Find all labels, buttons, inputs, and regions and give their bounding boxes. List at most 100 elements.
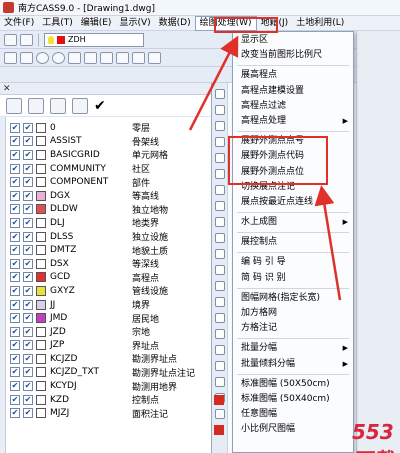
tool-icon[interactable]	[214, 395, 224, 405]
layer-row[interactable]: ✔ ✔ KCYDJ 勘测用地界	[0, 379, 211, 393]
menu-item[interactable]: 展点按最近点连线	[233, 195, 353, 210]
layer-row[interactable]: ✔ ✔ JJ 境界	[0, 298, 211, 312]
layer-color-swatch[interactable]	[36, 326, 46, 337]
menu-item[interactable]: 小比例尺图幅	[233, 422, 353, 437]
menu-item[interactable]: 高程点建模设置	[233, 84, 353, 99]
layer-visible-checkbox[interactable]: ✔	[10, 299, 20, 310]
menu-edit[interactable]: 编辑(E)	[77, 16, 116, 31]
checkmark-icon[interactable]: ✔	[94, 98, 106, 114]
layer-row[interactable]: ✔ ✔ JZD 宗地	[0, 325, 211, 339]
layer-row[interactable]: ✔ ✔ MJZJ 面积注记	[0, 406, 211, 420]
layer-color-swatch[interactable]	[36, 122, 46, 133]
menu-item[interactable]: 高程点过滤	[233, 99, 353, 114]
circle-icon[interactable]	[36, 51, 49, 64]
layer-color-swatch[interactable]	[36, 353, 46, 364]
layer-color-swatch[interactable]	[36, 149, 46, 160]
layer-visible-checkbox[interactable]: ✔	[10, 231, 20, 242]
menu-item[interactable]: 标准图幅 (50X50cm)	[233, 377, 353, 392]
layer-states-icon[interactable]	[20, 33, 33, 46]
tool-icon[interactable]	[214, 217, 225, 227]
layer-lock-checkbox[interactable]: ✔	[23, 408, 33, 419]
tool-icon[interactable]	[214, 169, 225, 179]
layer-lock-checkbox[interactable]: ✔	[23, 340, 33, 351]
menu-file[interactable]: 文件(F)	[0, 16, 38, 31]
tool-icon[interactable]	[214, 361, 225, 371]
layer-color-swatch[interactable]	[36, 340, 46, 351]
tool-icon[interactable]	[214, 201, 225, 211]
layer-color-swatch[interactable]	[36, 258, 46, 269]
tool-icon[interactable]	[214, 89, 225, 99]
polyline-icon[interactable]	[20, 51, 33, 64]
layer-row[interactable]: ✔ ✔ BASICGRID 单元网格	[0, 148, 211, 162]
menu-item[interactable]: 简 码 识 别	[233, 271, 353, 286]
layer-color-swatch[interactable]	[36, 367, 46, 378]
menu-item[interactable]: 展高程点	[233, 68, 353, 83]
menu-data[interactable]: 数据(D)	[155, 16, 195, 31]
layer-lock-checkbox[interactable]: ✔	[23, 231, 33, 242]
layer-row[interactable]: ✔ ✔ DMTZ 地貌土质	[0, 243, 211, 257]
menu-item[interactable]: 水上成图 ▶	[233, 215, 353, 230]
layer-visible-checkbox[interactable]: ✔	[10, 353, 20, 364]
layer-color-swatch[interactable]	[36, 190, 46, 201]
layer-color-swatch[interactable]	[36, 136, 46, 147]
delete-layer-icon[interactable]	[50, 97, 66, 114]
layer-color-swatch[interactable]	[36, 204, 46, 215]
tool-icon[interactable]	[214, 377, 225, 387]
layer-lock-checkbox[interactable]: ✔	[23, 381, 33, 392]
line-icon[interactable]	[4, 51, 17, 64]
move-icon[interactable]	[84, 51, 97, 64]
layer-row[interactable]: ✔ ✔ DSX 等深线	[0, 257, 211, 271]
layer-color-swatch[interactable]	[36, 408, 46, 419]
layer-row[interactable]: ✔ ✔ DLDW 独立地物	[0, 203, 211, 217]
menu-item[interactable]: 批量分幅 ▶	[233, 341, 353, 356]
layer-row[interactable]: ✔ ✔ KZD 控制点	[0, 393, 211, 407]
layer-lock-checkbox[interactable]: ✔	[23, 245, 33, 256]
layer-lock-checkbox[interactable]: ✔	[23, 394, 33, 405]
layer-row[interactable]: ✔ ✔ COMPONENT 部件	[0, 175, 211, 189]
tool-icon[interactable]	[214, 345, 225, 355]
tool-icon[interactable]	[214, 249, 225, 259]
layer-lock-checkbox[interactable]: ✔	[23, 367, 33, 378]
menu-item[interactable]: 任意图幅	[233, 407, 353, 422]
grid-icon[interactable]	[116, 51, 129, 64]
layer-visible-checkbox[interactable]: ✔	[10, 258, 20, 269]
layer-visible-checkbox[interactable]: ✔	[10, 285, 20, 296]
layer-lock-checkbox[interactable]: ✔	[23, 285, 33, 296]
menu-item[interactable]: 方格注记	[233, 321, 353, 336]
menu-item[interactable]: 编 码 引 导	[233, 255, 353, 270]
layer-visible-checkbox[interactable]: ✔	[10, 190, 20, 201]
tool-icon[interactable]	[214, 409, 225, 419]
layer-color-swatch[interactable]	[36, 217, 46, 228]
layer-lock-checkbox[interactable]: ✔	[23, 163, 33, 174]
layer-lock-checkbox[interactable]: ✔	[23, 353, 33, 364]
layer-row[interactable]: ✔ ✔ GCD 高程点	[0, 271, 211, 285]
layer-row[interactable]: ✔ ✔ JMD 居民地	[0, 311, 211, 325]
close-icon[interactable]: ✕	[3, 84, 11, 94]
layer-visible-checkbox[interactable]: ✔	[10, 163, 20, 174]
tool-icon[interactable]	[148, 51, 161, 64]
layer-combo[interactable]: ZDH	[44, 32, 144, 47]
tool-icon[interactable]	[214, 425, 224, 435]
layer-row[interactable]: ✔ ✔ DLJ 地类界	[0, 216, 211, 230]
tool-icon[interactable]	[214, 185, 225, 195]
layer-lock-checkbox[interactable]: ✔	[23, 149, 33, 160]
new-layer-icon[interactable]	[6, 97, 22, 114]
menu-item[interactable]: 批量倾斜分幅 ▶	[233, 357, 353, 372]
menu-land-use[interactable]: 土地利用(L)	[292, 16, 348, 31]
layer-row[interactable]: ✔ ✔ DGX 等高线	[0, 189, 211, 203]
layer-visible-checkbox[interactable]: ✔	[10, 149, 20, 160]
layer-visible-checkbox[interactable]: ✔	[10, 313, 20, 324]
menu-item[interactable]: 图幅网格(指定长宽)	[233, 291, 353, 306]
tool-icon[interactable]	[214, 313, 225, 323]
layer-lock-checkbox[interactable]: ✔	[23, 177, 33, 188]
menu-item[interactable]: 标准图幅 (50X40cm)	[233, 392, 353, 407]
layer-color-swatch[interactable]	[36, 313, 46, 324]
ban-icon[interactable]	[52, 51, 65, 64]
layer-visible-checkbox[interactable]: ✔	[10, 245, 20, 256]
frame-icon[interactable]	[100, 51, 113, 64]
layer-color-swatch[interactable]	[36, 381, 46, 392]
layer-visible-checkbox[interactable]: ✔	[10, 272, 20, 283]
layer-visible-checkbox[interactable]: ✔	[10, 217, 20, 228]
layer-row[interactable]: ✔ ✔ COMMUNITY 社区	[0, 162, 211, 176]
layer-lock-checkbox[interactable]: ✔	[23, 313, 33, 324]
